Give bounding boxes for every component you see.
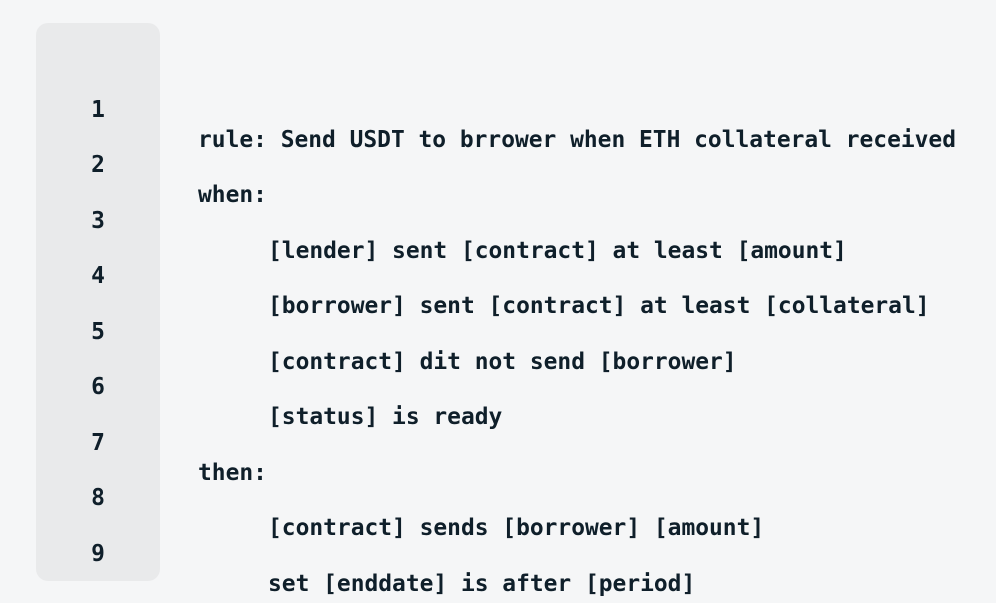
line-code[interactable]: set [enddate] is after [period] <box>268 569 695 599</box>
line-code[interactable]: rule: Send USDT to brrower when ETH coll… <box>198 125 956 155</box>
code-line: 3 [lender] sent [contract] at least [amo… <box>0 176 847 264</box>
line-code[interactable]: [status] is ready <box>268 402 502 432</box>
code-line: 4 [borrower] sent [contract] at least [c… <box>0 231 929 319</box>
line-code[interactable]: [contract] dit not send [borrower] <box>268 347 737 377</box>
line-code[interactable]: when: <box>198 180 267 210</box>
line-code[interactable]: [contract] sends [borrower] [amount] <box>268 513 764 543</box>
code-line: 6 [status] is ready <box>0 342 502 430</box>
code-editor: 1 rule: Send USDT to brrower when ETH co… <box>0 0 996 603</box>
code-line: 5 [contract] dit not send [borrower] <box>0 287 736 375</box>
code-line: 7 then: <box>0 398 267 486</box>
line-code[interactable]: [borrower] sent [contract] at least [col… <box>268 291 930 321</box>
code-line: 2 when: <box>0 120 267 208</box>
code-line: 9 set [enddate] is after [period] <box>0 509 695 597</box>
code-line: 1 rule: Send USDT to brrower when ETH co… <box>0 65 956 153</box>
line-code[interactable]: [lender] sent [contract] at least [amoun… <box>268 236 847 266</box>
code-line: 8 [contract] sends [borrower] [amount] <box>0 453 764 541</box>
line-number: 9 <box>91 541 105 567</box>
line-code[interactable]: then: <box>198 458 267 488</box>
